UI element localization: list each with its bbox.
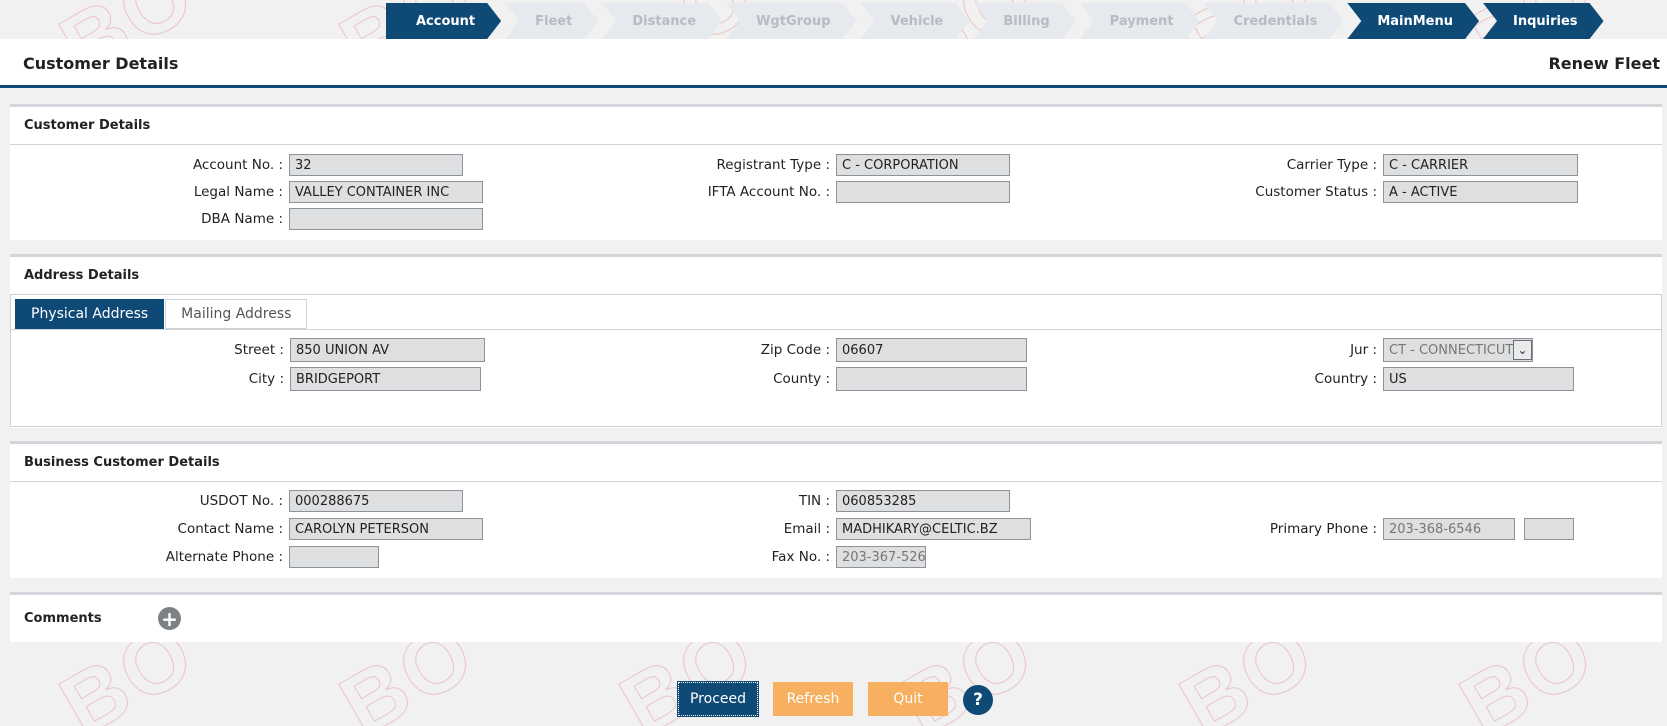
page-title: Customer Details xyxy=(23,54,179,73)
jur-select[interactable]: CT - CONNECTICUT ⌄ xyxy=(1383,338,1533,362)
country-label: Country : xyxy=(1314,371,1377,387)
business-details-title: Business Customer Details xyxy=(10,444,1662,482)
step-credentials[interactable]: Credentials xyxy=(1204,3,1344,39)
address-details-title: Address Details xyxy=(10,257,1662,295)
step-wgtgroup[interactable]: WgtGroup xyxy=(726,3,856,39)
tin-label: TIN : xyxy=(798,493,830,509)
jur-label: Jur : xyxy=(1350,342,1377,358)
tab-mailing-address[interactable]: Mailing Address xyxy=(165,299,308,329)
step-inquiries[interactable]: Inquiries xyxy=(1483,3,1604,39)
carrier-type-field[interactable]: C - CARRIER xyxy=(1383,154,1578,176)
tin-field[interactable]: 060853285 xyxy=(836,490,1010,512)
jur-select-value: CT - CONNECTICUT xyxy=(1383,338,1533,362)
chevron-down-icon[interactable]: ⌄ xyxy=(1513,340,1532,360)
plus-circle-icon[interactable]: + xyxy=(158,607,181,630)
step-account[interactable]: Account xyxy=(386,3,501,39)
customer-status-label: Customer Status : xyxy=(1255,184,1377,200)
tab-physical-address[interactable]: Physical Address xyxy=(15,299,165,329)
refresh-button[interactable]: Refresh xyxy=(773,682,853,716)
customer-details-title: Customer Details xyxy=(10,107,1662,145)
step-mainmenu[interactable]: MainMenu xyxy=(1347,3,1479,39)
comments-panel: Comments + xyxy=(10,592,1662,642)
help-circle-icon[interactable]: ? xyxy=(963,685,993,715)
address-tabs: Physical Address Mailing Address xyxy=(15,299,308,329)
customer-status-field[interactable]: A - ACTIVE xyxy=(1383,181,1578,203)
step-vehicle[interactable]: Vehicle xyxy=(861,3,970,39)
address-details-panel: Address Details Physical Address Mailing… xyxy=(10,254,1662,428)
dba-name-field[interactable] xyxy=(289,208,483,230)
primary-phone-ext-field[interactable] xyxy=(1524,518,1574,540)
business-details-panel: Business Customer Details USDOT No. : 00… xyxy=(10,441,1662,578)
tab-divider xyxy=(11,329,1661,330)
fax-field[interactable]: 203-367-5266 xyxy=(836,546,926,568)
proceed-button[interactable]: Proceed xyxy=(677,681,759,717)
step-billing[interactable]: Billing xyxy=(973,3,1075,39)
country-field[interactable]: US xyxy=(1383,367,1574,391)
page-action-title: Renew Fleet xyxy=(1548,54,1660,73)
primary-phone-label: Primary Phone : xyxy=(1269,521,1377,537)
step-navigation: Account Fleet Distance WgtGroup Vehicle … xyxy=(386,3,1608,39)
customer-details-panel: Customer Details Account No. : 32 Legal … xyxy=(10,104,1662,240)
quit-button[interactable]: Quit xyxy=(868,682,948,716)
comments-title: Comments xyxy=(24,611,102,626)
step-fleet[interactable]: Fleet xyxy=(505,3,598,39)
step-distance[interactable]: Distance xyxy=(602,3,722,39)
page-header: Customer Details Renew Fleet xyxy=(0,39,1667,88)
step-payment[interactable]: Payment xyxy=(1080,3,1200,39)
carrier-type-label: Carrier Type : xyxy=(1286,157,1377,173)
primary-phone-field[interactable]: 203-368-6546 xyxy=(1383,518,1515,540)
dba-name-label: DBA Name : xyxy=(201,211,283,227)
fax-label: Fax No. : xyxy=(771,549,830,565)
